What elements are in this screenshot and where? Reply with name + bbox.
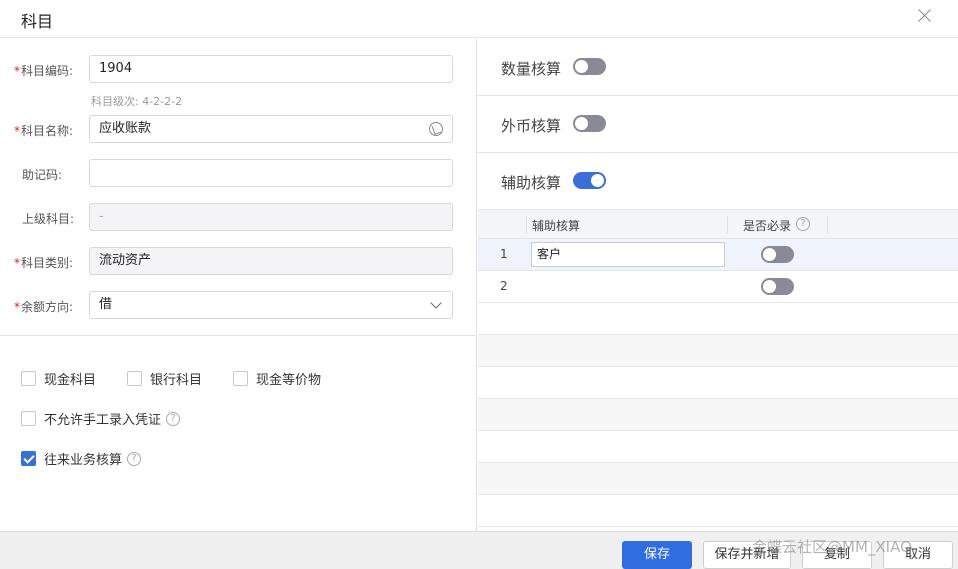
checkbox-checked[interactable] — [21, 451, 36, 466]
mnemonic-label: 助记码: — [22, 168, 63, 182]
mnemonic-input[interactable] — [89, 159, 453, 187]
column-separator — [526, 216, 527, 233]
empty-row — [478, 431, 958, 463]
help-icon[interactable]: ? — [796, 217, 810, 231]
direction-select[interactable]: 借 — [89, 291, 453, 319]
dialog-header: 科目 — [0, 0, 958, 38]
currency-section: 外币核算 — [478, 96, 958, 153]
direction-label: *余额方向: — [14, 300, 74, 314]
col-required: 是否必录 — [743, 219, 792, 233]
level-hint: 科目级次: 4-2-2-2 — [91, 95, 183, 108]
currency-toggle[interactable] — [573, 115, 606, 132]
account-form: *科目编码: 1904 科目级次: 4-2-2-2 *科目名称: 应收账款 助记… — [0, 39, 477, 531]
cancel-button[interactable]: 取消 — [883, 541, 953, 569]
name-label: *科目名称: — [14, 124, 74, 138]
save-and-new-button[interactable]: 保存并新增 — [703, 541, 791, 569]
multilang-icon[interactable] — [429, 122, 443, 136]
dialog-title: 科目 — [21, 12, 54, 31]
auxiliary-section: 辅助核算 — [478, 153, 958, 210]
grid-header: 辅助核算 是否必录 ? — [478, 210, 958, 239]
empty-row — [478, 463, 958, 495]
option-ar-ap[interactable]: 往来业务核算 ? — [21, 449, 142, 468]
category-field: 流动资产 — [89, 247, 453, 275]
parent-field: - — [89, 203, 453, 231]
code-input[interactable]: 1904 — [89, 55, 453, 83]
column-separator — [727, 216, 728, 233]
toggle-knob — [575, 117, 588, 130]
option-no-manual-entry[interactable]: 不允许手工录入凭证 ? — [21, 409, 181, 428]
required-toggle[interactable] — [761, 278, 794, 295]
form-divider — [0, 335, 477, 336]
quantity-section: 数量核算 — [478, 39, 958, 96]
help-icon[interactable]: ? — [127, 451, 142, 466]
row-number: 2 — [500, 279, 508, 293]
table-row[interactable]: 1 客户 — [478, 239, 958, 271]
toggle-knob — [591, 174, 604, 187]
empty-row — [478, 495, 958, 527]
option-bank[interactable]: 银行科目 — [127, 369, 202, 388]
required-toggle[interactable] — [761, 246, 794, 263]
chevron-down-icon — [430, 297, 442, 309]
toggle-knob — [763, 248, 776, 261]
aux-cell-input[interactable]: 客户 — [531, 242, 725, 267]
toggle-knob — [575, 60, 588, 73]
auxiliary-label: 辅助核算 — [501, 174, 562, 192]
checkbox[interactable] — [21, 411, 36, 426]
checkbox[interactable] — [127, 371, 142, 386]
parent-label: 上级科目: — [22, 212, 75, 226]
close-icon[interactable] — [918, 8, 932, 22]
dialog-footer: 保存 保存并新增 复制 取消 — [0, 531, 958, 569]
table-row[interactable]: 2 — [478, 271, 958, 303]
code-label: *科目编码: — [14, 64, 74, 78]
copy-button[interactable]: 复制 — [802, 541, 872, 569]
save-button[interactable]: 保存 — [622, 541, 692, 569]
toggle-knob — [763, 280, 776, 293]
column-separator — [827, 216, 828, 233]
help-icon[interactable]: ? — [166, 411, 181, 426]
auxiliary-toggle[interactable] — [573, 172, 606, 189]
option-cash-equivalent[interactable]: 现金等价物 — [233, 369, 321, 388]
checkbox[interactable] — [21, 371, 36, 386]
empty-row — [478, 367, 958, 399]
row-number: 1 — [500, 247, 508, 261]
empty-row — [478, 303, 958, 335]
option-cash[interactable]: 现金科目 — [21, 369, 96, 388]
quantity-label: 数量核算 — [501, 60, 562, 78]
empty-row — [478, 399, 958, 431]
category-label: *科目类别: — [14, 256, 74, 270]
checkbox[interactable] — [233, 371, 248, 386]
col-aux: 辅助核算 — [532, 219, 581, 233]
name-input[interactable]: 应收账款 — [89, 115, 453, 143]
empty-row — [478, 335, 958, 367]
accounting-panel: 数量核算 外币核算 辅助核算 辅助核算 是否必录 ? 1 客户 2 — [478, 39, 958, 531]
quantity-toggle[interactable] — [573, 58, 606, 75]
currency-label: 外币核算 — [501, 117, 562, 135]
